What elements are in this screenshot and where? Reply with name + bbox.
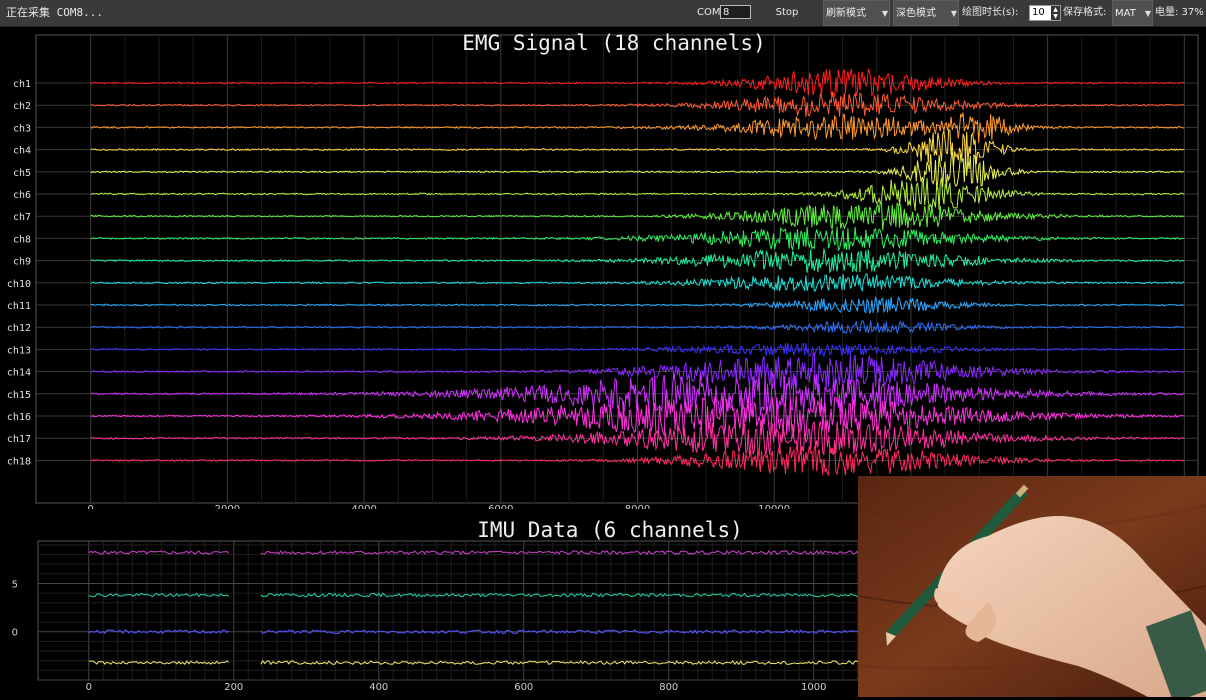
emg-plot-title: EMG Signal (18 channels) [462, 31, 765, 55]
emg-x-tick-label: 0 [87, 504, 93, 509]
emg-channel-label: ch17 [7, 434, 31, 445]
emg-channel-label: ch6 [13, 190, 31, 201]
spin-up-icon[interactable]: ▲ [1051, 6, 1060, 13]
imu-x-tick-label: 0 [86, 682, 92, 693]
imu-x-tick-label: 1000 [801, 682, 826, 693]
emg-channel-label: ch9 [13, 257, 31, 268]
imu-y-tick-label: 0 [12, 628, 18, 639]
hand-writing-photo [858, 476, 1206, 697]
theme-mode-value: 深色模式 [896, 8, 936, 19]
save-format-value: MAT [1115, 8, 1136, 19]
refresh-mode-value: 刷新模式 [826, 8, 866, 19]
emg-x-tick-label: 6000 [488, 504, 513, 509]
emg-channel-label: ch3 [13, 123, 31, 134]
emg-channel-label: ch5 [13, 168, 31, 179]
emg-channel-label: ch11 [7, 301, 31, 312]
stop-button[interactable]: Stop [760, 4, 814, 22]
imu-x-tick-label: 200 [224, 682, 243, 693]
emg-plot[interactable]: ch1 ch2 ch3 ch4 ch5 ch6 ch7 ch8 ch9 ch10 ch11 ch12 c… [0, 27, 1206, 509]
emg-channel-label: ch15 [7, 390, 31, 401]
emg-channel-label: ch13 [7, 345, 31, 356]
dropdown-arrow-icon: ▼ [881, 9, 888, 18]
emg-channel-label: ch4 [13, 146, 31, 157]
toolbar: 正在采集 COM8... COM: 8 Stop 刷新模式 ▼ 深色模式 ▼ 绘… [0, 0, 1206, 27]
imu-x-tick-label: 400 [369, 682, 388, 693]
emg-channel-label: ch12 [7, 323, 31, 334]
emg-channel-label: ch1 [13, 79, 31, 90]
com-port-input[interactable]: 8 [720, 5, 751, 19]
plot-duration-label: 绘图时长(s): [962, 7, 1019, 18]
emg-x-tick-label: 10000 [758, 504, 790, 509]
status-text: 正在采集 COM8... [6, 6, 103, 19]
emg-channel-label: ch7 [13, 212, 31, 223]
imu-x-tick-label: 800 [659, 682, 678, 693]
spin-down-icon[interactable]: ▼ [1051, 13, 1060, 20]
plot-duration-value: 10 [1032, 7, 1045, 18]
plot-duration-spinbox[interactable]: 10 ▲ ▼ [1029, 5, 1061, 21]
battery-level: 电量: 37% [1155, 7, 1204, 18]
save-format-label: 保存格式: [1063, 7, 1107, 18]
dropdown-arrow-icon: ▼ [950, 9, 957, 18]
emg-channel-label: ch2 [13, 101, 31, 112]
dropdown-arrow-icon: ▼ [1144, 9, 1151, 18]
emg-channel-label: ch18 [7, 456, 31, 467]
save-format-select[interactable]: MAT ▼ [1112, 0, 1153, 26]
theme-mode-select[interactable]: 深色模式 ▼ [893, 0, 959, 26]
emg-x-tick-label: 8000 [625, 504, 650, 509]
emg-x-tick-label: 4000 [351, 504, 376, 509]
refresh-mode-select[interactable]: 刷新模式 ▼ [823, 0, 890, 26]
imu-x-tick-label: 600 [514, 682, 533, 693]
emg-channel-label: ch16 [7, 412, 31, 423]
imu-y-tick-label: 5 [12, 579, 18, 590]
emg-channel-label: ch14 [7, 368, 31, 379]
emg-x-tick-label: 2000 [215, 504, 240, 509]
emg-channel-label: ch8 [13, 234, 31, 245]
imu-plot-title: IMU Data (6 channels) [477, 518, 743, 542]
emg-channel-label: ch10 [7, 279, 31, 290]
